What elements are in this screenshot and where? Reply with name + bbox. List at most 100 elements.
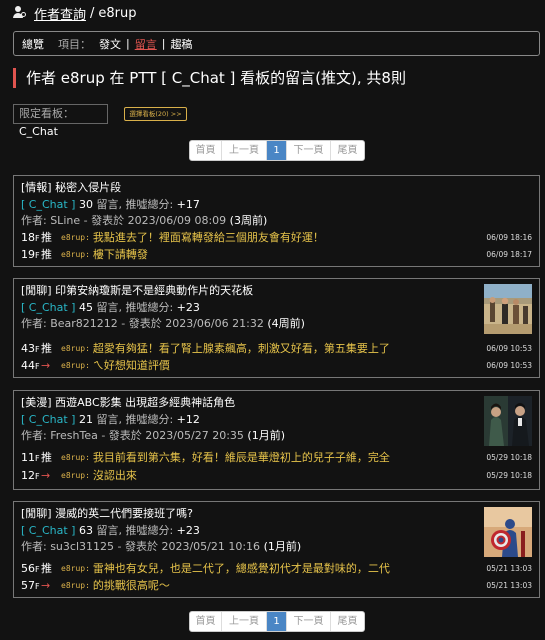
push-user: e8rup: [61, 580, 90, 590]
push-tag: 推 [41, 248, 52, 261]
push-row: 43F 推 e8rup: 超愛有夠猛！看了腎上腺素飆高，刺激又好看，第五集要上了… [21, 340, 532, 356]
push-message: 超愛有夠猛！看了腎上腺素飆高，刺激又好看，第五集要上了 [92, 342, 390, 355]
push-message: 我點進去了！裡面寫轉發給三個朋友會有好運！ [92, 231, 324, 244]
push-row: 19F 推 e8rup: 樓下請轉發 06/09 18:17 [21, 246, 532, 262]
pager-current-page[interactable]: 1 [267, 141, 287, 160]
nav-divider: | [161, 37, 166, 50]
post-thumbnail[interactable] [484, 507, 532, 557]
push-time: 05/29 10:18 [486, 452, 532, 462]
post-thumbnail[interactable] [484, 396, 532, 446]
pager-first-button[interactable]: 首頁 [190, 612, 222, 631]
push-message: 沒認出來 [92, 469, 137, 482]
post-score: +23 [176, 524, 200, 537]
push-time: 06/09 18:16 [486, 232, 532, 242]
pager-last-button[interactable]: 尾頁 [331, 141, 364, 160]
nav-item-comments[interactable]: 留言 [135, 36, 157, 52]
nav-item-drafts[interactable]: 趨稿 [170, 36, 192, 52]
post-age: (1月前) [263, 540, 302, 553]
push-time: 06/09 10:53 [486, 343, 532, 353]
breadcrumb-author: e8rup [98, 5, 137, 21]
nav-items-label: 項目： [58, 37, 91, 51]
post-age: (3周前) [229, 214, 268, 227]
push-floor: 11F [21, 450, 40, 464]
post-board-link[interactable]: [ C_Chat ] [21, 198, 75, 211]
breadcrumb-author-search-link[interactable]: 作者查詢 [34, 4, 86, 23]
post-title-link[interactable]: [美漫] 西遊ABC影集 出現超多經典神話角色 [21, 396, 532, 410]
post-author-line: 作者: Bear821212 - 發表於 2023/06/06 21:32 (4… [21, 316, 532, 332]
push-tag: → [41, 358, 51, 372]
push-floor: 43F [21, 341, 40, 355]
board-filter-value: C_Chat [19, 125, 58, 138]
post-count-label: 留言, 推噓總分: [96, 413, 174, 426]
board-filter-label: 限定看板： [19, 107, 74, 120]
post-author-date: 作者: SLine - 發表於 2023/06/09 08:09 [21, 214, 227, 227]
select-board-button[interactable]: 選擇看板(20) >> [124, 107, 187, 121]
push-tag: 推 [41, 451, 52, 464]
push-floor: 56F [21, 561, 40, 575]
push-tag: 推 [41, 562, 52, 575]
post-score: +23 [176, 301, 200, 314]
push-floor: 18F [21, 230, 40, 244]
post-author-date: 作者: Bear821212 - 發表於 2023/06/06 21:32 [21, 317, 264, 330]
nav-overview-link[interactable]: 總覽 [22, 36, 44, 52]
post-board-link[interactable]: [ C_Chat ] [21, 301, 75, 314]
push-user: e8rup: [61, 563, 90, 573]
pager-next-button[interactable]: 下一頁 [287, 612, 331, 631]
nav-divider: | [126, 37, 130, 50]
post-comment-count: 45 [78, 301, 93, 314]
post-stats: [ C_Chat ] 45 留言, 推噓總分: +23 [21, 300, 532, 316]
push-message: 樓下請轉發 [92, 248, 148, 261]
push-user: e8rup: [61, 249, 90, 259]
push-row: 12F → e8rup: 沒認出來 05/29 10:18 [21, 467, 532, 483]
push-row: 44F → e8rup: ㄟ好想知道評價 06/09 10:53 [21, 357, 532, 373]
push-floor: 57F [21, 578, 40, 592]
pager-first-button[interactable]: 首頁 [190, 141, 222, 160]
post-age: (1月前) [247, 429, 285, 442]
post-count-label: 留言, 推噓總分: [96, 198, 174, 211]
pager-next-button[interactable]: 下一頁 [287, 141, 331, 160]
post-stats: [ C_Chat ] 30 留言, 推噓總分: +17 [21, 197, 532, 213]
post-count-label: 留言, 推噓總分: [96, 524, 174, 537]
push-row: 57F → e8rup: 的挑戰很高呢～ 05/21 13:03 [21, 577, 532, 593]
push-user: e8rup: [61, 360, 90, 370]
push-message: 的挑戰很高呢～ [92, 579, 170, 592]
post-author-date: 作者: su3cl31125 - 發表於 2023/05/21 10:16 [21, 540, 261, 553]
push-user: e8rup: [61, 232, 90, 242]
post-comment-count: 63 [78, 524, 93, 537]
push-floor: 19F [21, 247, 40, 261]
push-user: e8rup: [61, 452, 90, 462]
category-nav: 總覽 項目： 發文 | 留言 | 趨稿 [13, 31, 540, 56]
post-author-line: 作者: SLine - 發表於 2023/06/09 08:09 (3周前) [21, 213, 532, 229]
push-time: 06/09 18:17 [486, 249, 532, 259]
push-tag: → [41, 578, 51, 592]
post-board-link[interactable]: [ C_Chat ] [21, 524, 75, 537]
post-author-line: 作者: su3cl31125 - 發表於 2023/05/21 10:16 (1… [21, 539, 532, 555]
post-score: +12 [176, 413, 200, 426]
post-title-link[interactable]: [情報] 秘密入侵片段 [21, 181, 532, 195]
push-row: 11F 推 e8rup: 我目前看到第六集，好看！維辰是華燈初上的兒子子維，完全… [21, 449, 532, 465]
post-author-date: 作者: FreshTea - 發表於 2023/05/27 20:35 [21, 429, 244, 442]
nav-item-posts[interactable]: 發文 [99, 36, 121, 52]
post-title-link[interactable]: [閒聊] 印第安納瓊斯是不是經典動作片的天花板 [21, 284, 532, 298]
post-board-link[interactable]: [ C_Chat ] [21, 413, 75, 426]
breadcrumb-separator: / [90, 5, 95, 21]
post-thumbnail[interactable] [484, 284, 532, 334]
post-comment-count: 21 [78, 413, 93, 426]
push-floor: 44F [21, 358, 40, 372]
page-title: 作者 e8rup 在 PTT [ C_Chat ] 看板的留言(推文), 共8則 [13, 68, 406, 88]
post-author-line: 作者: FreshTea - 發表於 2023/05/27 20:35 (1月前… [21, 428, 532, 444]
post-title-link[interactable]: [閒聊] 漫威的英二代們要接班了嗎? [21, 507, 532, 521]
push-tag: 推 [41, 342, 52, 355]
push-time: 06/09 10:53 [486, 360, 532, 370]
push-message: ㄟ好想知道評價 [92, 359, 170, 372]
push-time: 05/21 13:03 [486, 563, 532, 573]
post-stats: [ C_Chat ] 63 留言, 推噓總分: +23 [21, 523, 532, 539]
push-row: 18F 推 e8rup: 我點進去了！裡面寫轉發給三個朋友會有好運！ 06/09… [21, 229, 532, 245]
board-filter: 限定看板： C_Chat [13, 104, 108, 138]
user-search-icon [12, 6, 26, 20]
push-time: 05/29 10:18 [486, 470, 532, 480]
pager-last-button[interactable]: 尾頁 [331, 612, 364, 631]
pager-current-page[interactable]: 1 [267, 612, 287, 631]
pager-prev-button[interactable]: 上一頁 [222, 612, 267, 631]
pager-prev-button[interactable]: 上一頁 [222, 141, 267, 160]
